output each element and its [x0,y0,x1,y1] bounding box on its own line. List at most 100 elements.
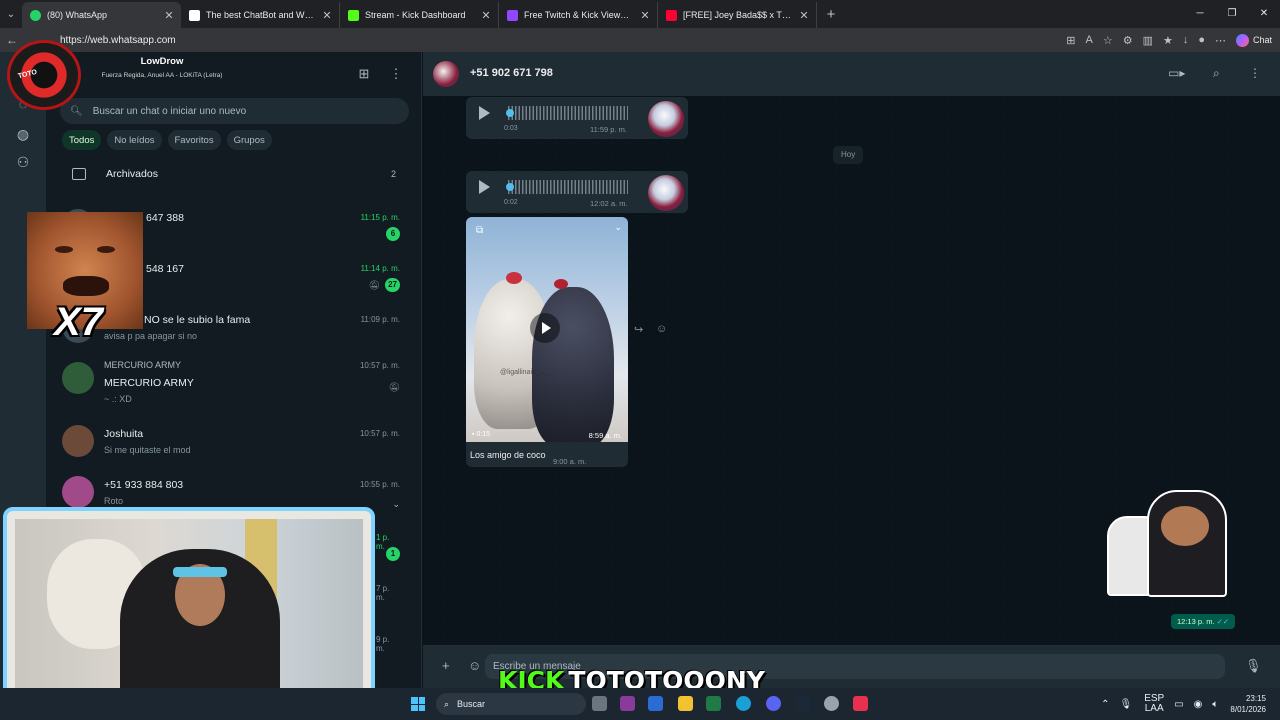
tiktok-icon[interactable] [853,696,868,711]
open-media-icon[interactable]: ⧉ [476,225,483,236]
task-view-icon[interactable] [592,696,607,711]
playhead[interactable] [506,109,514,117]
url-text[interactable]: https://web.whatsapp.com [60,35,176,46]
archived-label: Archivados [106,168,158,180]
waveform[interactable] [508,180,628,194]
search-icon[interactable]: ⌕ [1213,66,1220,81]
steam-icon[interactable] [795,696,810,711]
menu-icon[interactable]: ⋮ [388,66,404,82]
app-icon[interactable] [620,696,635,711]
obs-icon[interactable] [824,696,839,711]
favorite-star-icon[interactable]: ☆ [1103,34,1113,47]
minimize-icon[interactable]: ─ [1184,0,1216,28]
status-icon[interactable]: ◍ [14,126,32,144]
taskbar-clock[interactable]: 23:15 8/01/2026 [1230,693,1266,715]
contact-name[interactable]: +51 902 671 798 [470,67,553,79]
filter-unread[interactable]: No leídos [107,130,162,150]
close-tab-icon[interactable]: ✕ [480,9,492,22]
chat-time: 10:57 p. m. [359,429,400,438]
menu-icon[interactable]: ⋮ [1249,66,1261,80]
contact-avatar[interactable] [433,61,459,87]
waveform[interactable] [508,106,628,120]
windows-start-icon[interactable] [411,697,425,711]
new-chat-icon[interactable]: ⊞ [356,66,372,82]
profile-avatar-icon[interactable]: ● [1198,34,1205,46]
chevron-up-icon[interactable]: ⌃ [1101,699,1109,710]
tab-kick-dashboard[interactable]: Stream - Kick Dashboard ✕ [340,2,499,28]
play-icon[interactable] [479,106,490,120]
close-window-icon[interactable]: ✕ [1248,0,1280,28]
archived-row[interactable]: Archivados 2 [46,160,422,188]
downloads-icon[interactable]: ↓ [1183,34,1189,46]
tab-search-icon[interactable]: ⌄ [0,0,22,28]
react-emoji-icon[interactable]: ☺ [656,323,667,335]
taskbar-search[interactable]: ⌕ Buscar [436,693,586,715]
favorites-icon[interactable]: ★ [1163,34,1173,47]
language-indicator[interactable]: ESP LAA [1144,694,1164,714]
video-call-icon[interactable]: ▭▸ [1168,66,1185,80]
display-icon[interactable]: ▭ [1174,699,1183,710]
communities-icon[interactable]: ⚇ [14,154,32,172]
close-tab-icon[interactable]: ✕ [639,9,651,22]
sender-avatar [648,101,684,137]
app-available-icon[interactable]: ⊞ [1066,34,1075,47]
file-explorer-icon[interactable] [678,696,693,711]
overlay-song: Fuerza Regida, Anuel AA - LOKiTA (Letra) [101,72,223,79]
chat-time: 11:09 p. m. [360,315,400,324]
outlook-icon[interactable] [648,696,663,711]
microphone-icon[interactable]: 🎙︎ [1245,658,1262,674]
attach-plus-icon[interactable]: + [442,658,450,673]
back-icon[interactable]: ← [0,33,24,47]
sticker-message[interactable] [1107,490,1227,597]
message-time: 11:59 p. m. [590,125,627,134]
search-input[interactable] [92,105,373,117]
close-tab-icon[interactable]: ✕ [321,9,333,22]
headband [173,567,227,577]
video-watermark: @ligallinaio_..._ [500,369,550,376]
tab-viewers[interactable]: Free Twitch & Kick Viewers - Try 1 ✕ [499,2,658,28]
clock-time: 23:15 [1245,694,1266,703]
webcam-feed [15,519,363,709]
restore-icon[interactable]: ❐ [1216,0,1248,28]
chat-list-item[interactable]: Joshuita Si me quitaste el mod 10:57 p. … [46,418,422,468]
conversation-pane: +51 902 671 798 ▭▸ ⌕ ⋮ 0:03 11:59 p. m. … [423,52,1280,688]
filter-groups[interactable]: Grupos [226,130,272,150]
message-time: 8:59 a. m. [588,431,622,440]
more-menu-icon[interactable]: ⋯ [1215,34,1226,47]
close-tab-icon[interactable]: ✕ [163,9,175,22]
split-screen-icon[interactable]: ▥ [1143,34,1153,47]
network-icon[interactable]: ◉ [1194,699,1203,710]
tab-title: Stream - Kick Dashboard [365,10,466,20]
avatar [62,425,94,457]
extensions-icon[interactable]: ⚙ [1123,34,1133,47]
read-aloud-icon[interactable]: A [1085,34,1092,46]
chat-name: +51 933 884 803 [104,479,184,491]
video-play-icon[interactable] [530,313,560,343]
filter-all[interactable]: Todos [62,130,102,150]
tab-chatbot[interactable]: The best ChatBot and Widgets for ✕ [181,2,340,28]
chat-list-item[interactable]: MERCURIO ARMY MERCURIO ARMY ~ .: XD 10:5… [46,355,422,409]
close-tab-icon[interactable]: ✕ [798,9,810,22]
date-separator: Hoy [833,146,864,164]
tab-youtube[interactable]: [FREE] Joey Bada$$ x The Alchemi ✕ [658,2,817,28]
discord-icon[interactable] [766,696,781,711]
emoji-icon[interactable]: ☺ [468,658,481,673]
chevron-down-icon[interactable]: ⌄ [614,222,622,233]
microphone-icon[interactable]: 🎙︎ [1120,699,1133,710]
new-tab-button[interactable]: + [817,6,845,23]
chevron-down-icon[interactable]: ⌄ [392,499,400,510]
muted-icon: 🔕︎ [368,280,380,290]
playhead[interactable] [506,183,514,191]
forward-icon[interactable]: ↪ [634,323,643,336]
copilot-chat-button[interactable]: Chat [1235,32,1272,48]
edge-icon[interactable] [736,696,751,711]
video-thumbnail[interactable]: @ligallinaio_..._ ⧉ ⌄ ▪ 0:15 8:59 a. m. [466,217,628,442]
tab-whatsapp[interactable]: (80) WhatsApp ✕ [22,2,181,28]
volume-icon[interactable]: 🔈︎ [1212,699,1218,710]
excel-icon[interactable] [706,696,721,711]
group-label: MERCURIO ARMY [104,360,182,370]
filter-favorites[interactable]: Favoritos [167,130,221,150]
sticker-face [1161,506,1209,546]
meme-eye [55,246,73,253]
play-icon[interactable] [479,180,490,194]
